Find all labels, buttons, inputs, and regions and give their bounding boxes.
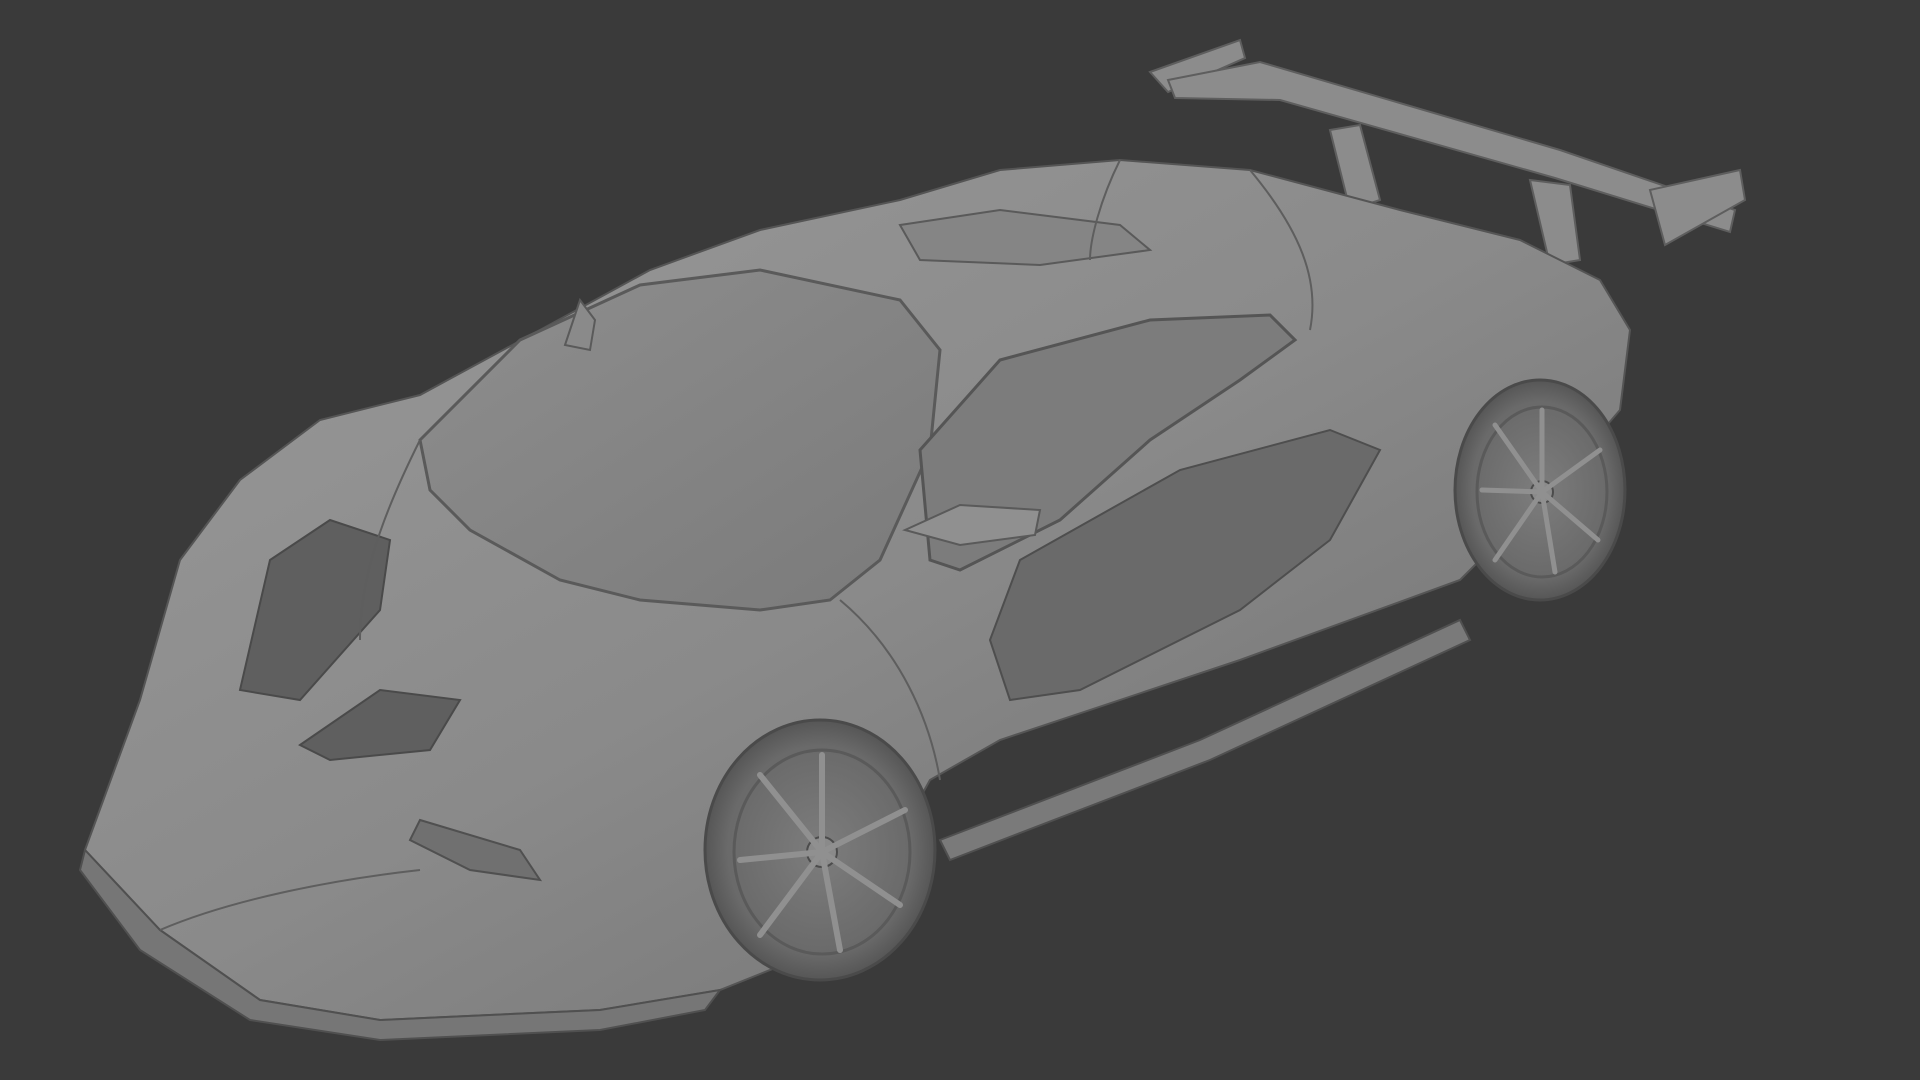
car-model-render: [78, 38, 1747, 1042]
front-wheel: [703, 718, 937, 982]
3d-viewport[interactable]: [0, 0, 1920, 1080]
rear-wheel: [1453, 378, 1627, 602]
